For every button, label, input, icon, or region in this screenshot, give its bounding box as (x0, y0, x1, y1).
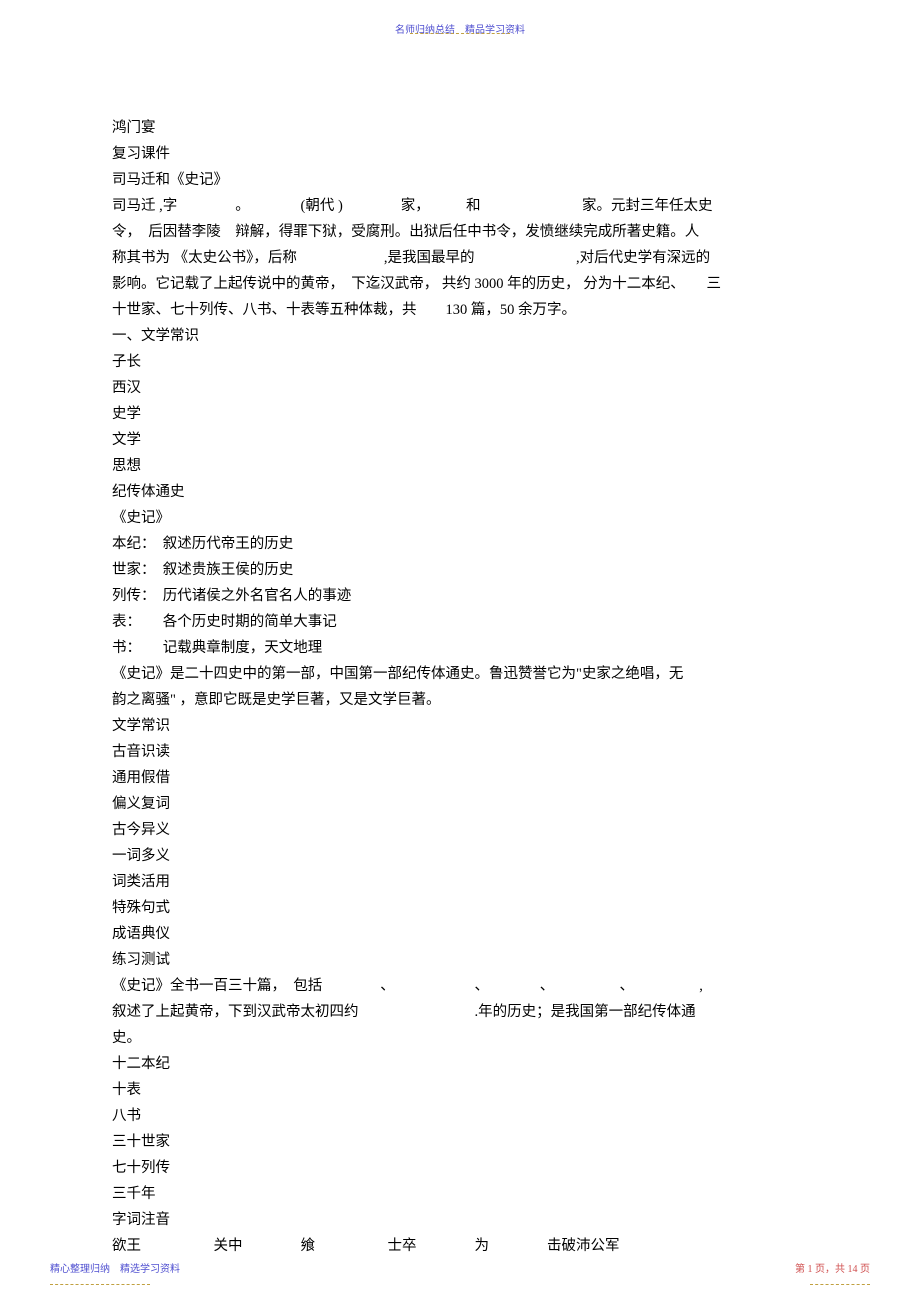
line-32: 练习测试 (112, 947, 812, 973)
line-31: 成语典仪 (112, 921, 812, 947)
footer-left-text: 精心整理归纳 精选学习资料 (50, 1260, 180, 1275)
line-20: 书： 记载典章制度，天文地理 (112, 635, 812, 661)
line-26: 偏义复词 (112, 791, 812, 817)
line-40: 七十列传 (112, 1155, 812, 1181)
footer-underline-right (810, 1284, 870, 1285)
footer-page-number: 第 1 页，共 14 页 (795, 1260, 870, 1275)
line-7: 十世家、七十列传、八书、十表等五种体裁，共 130 篇，50 余万字。 (112, 297, 812, 323)
line-19: 表： 各个历史时期的简单大事记 (112, 609, 812, 635)
line-33: 《史记》全书一百三十篇， 包括 、 、 、 、 , (112, 973, 812, 999)
line-38: 八书 (112, 1103, 812, 1129)
line-18: 列传： 历代诸侯之外名官名人的事迹 (112, 583, 812, 609)
line-42: 字词注音 (112, 1207, 812, 1233)
line-4: 令， 后因替李陵 辩解，得罪下狱，受腐刑。出狱后任中书令，发愤继续完成所著史籍。… (112, 219, 812, 245)
line-8: 一、文学常识 (112, 323, 812, 349)
line-11: 史学 (112, 401, 812, 427)
line-1: 复习课件 (112, 141, 812, 167)
line-15: 《史记》 (112, 505, 812, 531)
line-34: 叙述了上起黄帝，下到汉武帝太初四约 .年的历史；是我国第一部纪传体通 (112, 999, 812, 1025)
line-0: 鸿门宴 (112, 115, 812, 141)
line-35: 史。 (112, 1025, 812, 1051)
line-22: 韵之离骚" ，意即它既是史学巨著，又是文学巨著。 (112, 687, 812, 713)
line-14: 纪传体通史 (112, 479, 812, 505)
line-3: 司马迁 ,字 。 (朝代 ) 家， 和 家。元封三年任太史 (112, 193, 812, 219)
line-9: 子长 (112, 349, 812, 375)
line-10: 西汉 (112, 375, 812, 401)
line-6: 影响。它记载了上起传说中的黄帝， 下迄汉武帝， 共约 3000 年的历史， 分为… (112, 271, 812, 297)
line-5: 称其书为 《太史公书》，后称 ,是我国最早的 ,对后代史学有深远的 (112, 245, 812, 271)
line-2: 司马迁和《史记》 (112, 167, 812, 193)
line-17: 世家： 叙述贵族王侯的历史 (112, 557, 812, 583)
line-30: 特殊句式 (112, 895, 812, 921)
line-29: 词类活用 (112, 869, 812, 895)
line-36: 十二本纪 (112, 1051, 812, 1077)
line-27: 古今异义 (112, 817, 812, 843)
line-21: 《史记》是二十四史中的第一部，中国第一部纪传体通史。鲁迅赞誉它为"史家之绝唱，无 (112, 661, 812, 687)
line-24: 古音识读 (112, 739, 812, 765)
line-12: 文学 (112, 427, 812, 453)
line-43: 欲王 关中 飨 士卒 为 击破沛公军 (112, 1233, 812, 1259)
line-41: 三千年 (112, 1181, 812, 1207)
line-28: 一词多义 (112, 843, 812, 869)
line-39: 三十世家 (112, 1129, 812, 1155)
footer-underline-left (50, 1284, 150, 1285)
line-25: 通用假借 (112, 765, 812, 791)
line-37: 十表 (112, 1077, 812, 1103)
line-23: 文学常识 (112, 713, 812, 739)
line-16: 本纪： 叙述历代帝王的历史 (112, 531, 812, 557)
document-body: 鸿门宴 复习课件 司马迁和《史记》 司马迁 ,字 。 (朝代 ) 家， 和 家。… (112, 115, 812, 1259)
header-underline (410, 33, 510, 34)
line-13: 思想 (112, 453, 812, 479)
